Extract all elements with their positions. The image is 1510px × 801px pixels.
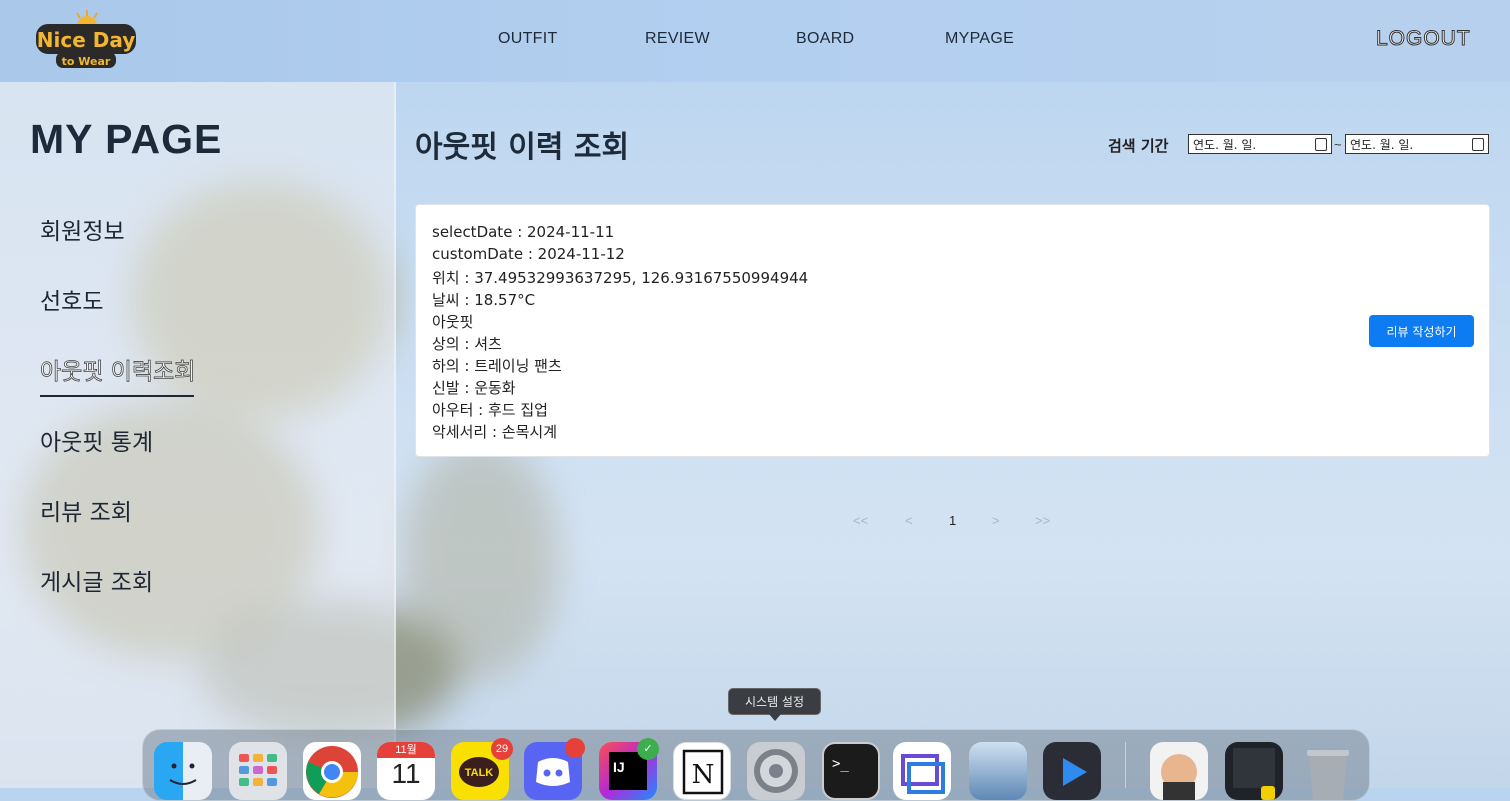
record-shoes: 신발 : 운동화 xyxy=(432,379,516,397)
jenkins-icon[interactable] xyxy=(1150,742,1208,800)
nice-day-logo[interactable]: Nice Day to Wear xyxy=(30,8,140,72)
svg-text:Nice Day: Nice Day xyxy=(37,28,136,52)
preview-icon[interactable] xyxy=(893,742,951,800)
chrome-icon[interactable] xyxy=(303,742,361,800)
record-weather: 날씨 : 18.57°C xyxy=(432,291,536,309)
mypage-sidebar: MY PAGE 회원정보 선호도 아웃핏 이력조회 아웃핏 통계 리뷰 조회 게… xyxy=(0,82,396,788)
record-outer: 아우터 : 후드 집업 xyxy=(432,401,548,419)
launchpad-icon[interactable] xyxy=(229,742,287,800)
record-bottom: 하의 : 트레이닝 팬츠 xyxy=(432,357,562,375)
svg-text:TALK: TALK xyxy=(465,767,494,779)
dock-tooltip: 시스템 설정 xyxy=(728,688,821,721)
svg-text:>_: >_ xyxy=(832,756,849,772)
nav-review[interactable]: REVIEW xyxy=(645,30,710,48)
svg-text:IJ: IJ xyxy=(613,759,625,775)
start-date-placeholder: 연도. 월. 일. xyxy=(1193,138,1257,152)
sidebar-item-member-info[interactable]: 회원정보 xyxy=(40,212,125,246)
nav-mypage[interactable]: MYPAGE xyxy=(945,30,1014,48)
pagination-current-page[interactable]: 1 xyxy=(949,513,956,528)
calendar-month: 11월 xyxy=(377,742,435,758)
finder-icon[interactable] xyxy=(154,742,212,800)
video-player-icon[interactable] xyxy=(1043,742,1101,800)
top-header: Nice Day to Wear OUTFIT REVIEW BOARD MYP… xyxy=(0,0,1510,82)
pagination-first[interactable]: << xyxy=(853,513,868,528)
start-date-input[interactable]: 연도. 월. 일. xyxy=(1188,134,1332,154)
calendar-app-icon[interactable]: 11월 11 xyxy=(377,742,435,800)
kakaotalk-badge: 29 xyxy=(491,738,513,760)
checkmark-icon: ✓ xyxy=(637,738,659,760)
date-range-separator: ~ xyxy=(1334,137,1342,152)
record-outfit-heading: 아웃핏 xyxy=(432,313,474,331)
nav-board[interactable]: BOARD xyxy=(796,30,854,48)
active-item-underline xyxy=(40,395,194,397)
sidebar-item-review-list[interactable]: 리뷰 조회 xyxy=(40,493,132,527)
logout-link[interactable]: LOGOUT xyxy=(1376,27,1471,51)
outfit-record-card: selectDate : 2024-11-11 customDate : 202… xyxy=(415,204,1490,457)
pagination-last[interactable]: >> xyxy=(1035,513,1050,528)
nav-outfit[interactable]: OUTFIT xyxy=(498,30,558,48)
sidebar-item-outfit-history[interactable]: 아웃핏 이력조회 xyxy=(40,352,196,386)
end-date-input[interactable]: 연도. 월. 일. xyxy=(1345,134,1489,154)
discord-badge xyxy=(565,738,585,758)
photos-icon[interactable] xyxy=(969,742,1027,800)
notion-icon[interactable]: N xyxy=(673,742,731,800)
svg-text:to Wear: to Wear xyxy=(62,55,111,68)
write-review-button[interactable]: 리뷰 작성하기 xyxy=(1369,315,1474,347)
pagination-next[interactable]: > xyxy=(992,513,1000,528)
calendar-icon[interactable] xyxy=(1315,138,1327,151)
system-settings-icon[interactable] xyxy=(747,742,805,800)
end-date-placeholder: 연도. 월. 일. xyxy=(1350,138,1414,152)
background-foliage xyxy=(400,440,560,680)
calendar-icon[interactable] xyxy=(1472,138,1484,151)
search-period-label: 검색 기간 xyxy=(1108,137,1169,155)
record-location: 위치 : 37.49532993637295, 126.931675509949… xyxy=(432,269,809,287)
sidebar-item-post-list[interactable]: 게시글 조회 xyxy=(40,563,153,597)
sidebar-item-outfit-stats[interactable]: 아웃핏 통계 xyxy=(40,423,153,457)
calendar-day: 11 xyxy=(391,758,421,789)
page-title: 아웃핏 이력 조회 xyxy=(415,130,630,165)
record-select-date: selectDate : 2024-11-11 xyxy=(432,223,615,241)
dock-separator xyxy=(1125,742,1126,788)
svg-text:N: N xyxy=(692,760,715,790)
record-custom-date: customDate : 2024-11-12 xyxy=(432,245,625,263)
sidebar-item-preference[interactable]: 선호도 xyxy=(40,282,103,316)
activity-monitor-icon[interactable] xyxy=(1225,742,1283,800)
pagination-prev[interactable]: < xyxy=(905,513,913,528)
terminal-icon[interactable]: >_ xyxy=(822,742,880,800)
trash-icon[interactable] xyxy=(1299,742,1357,800)
sidebar-title: MY PAGE xyxy=(30,116,223,162)
record-top: 상의 : 셔츠 xyxy=(432,335,502,353)
record-accessory: 악세서리 : 손목시계 xyxy=(432,423,557,441)
